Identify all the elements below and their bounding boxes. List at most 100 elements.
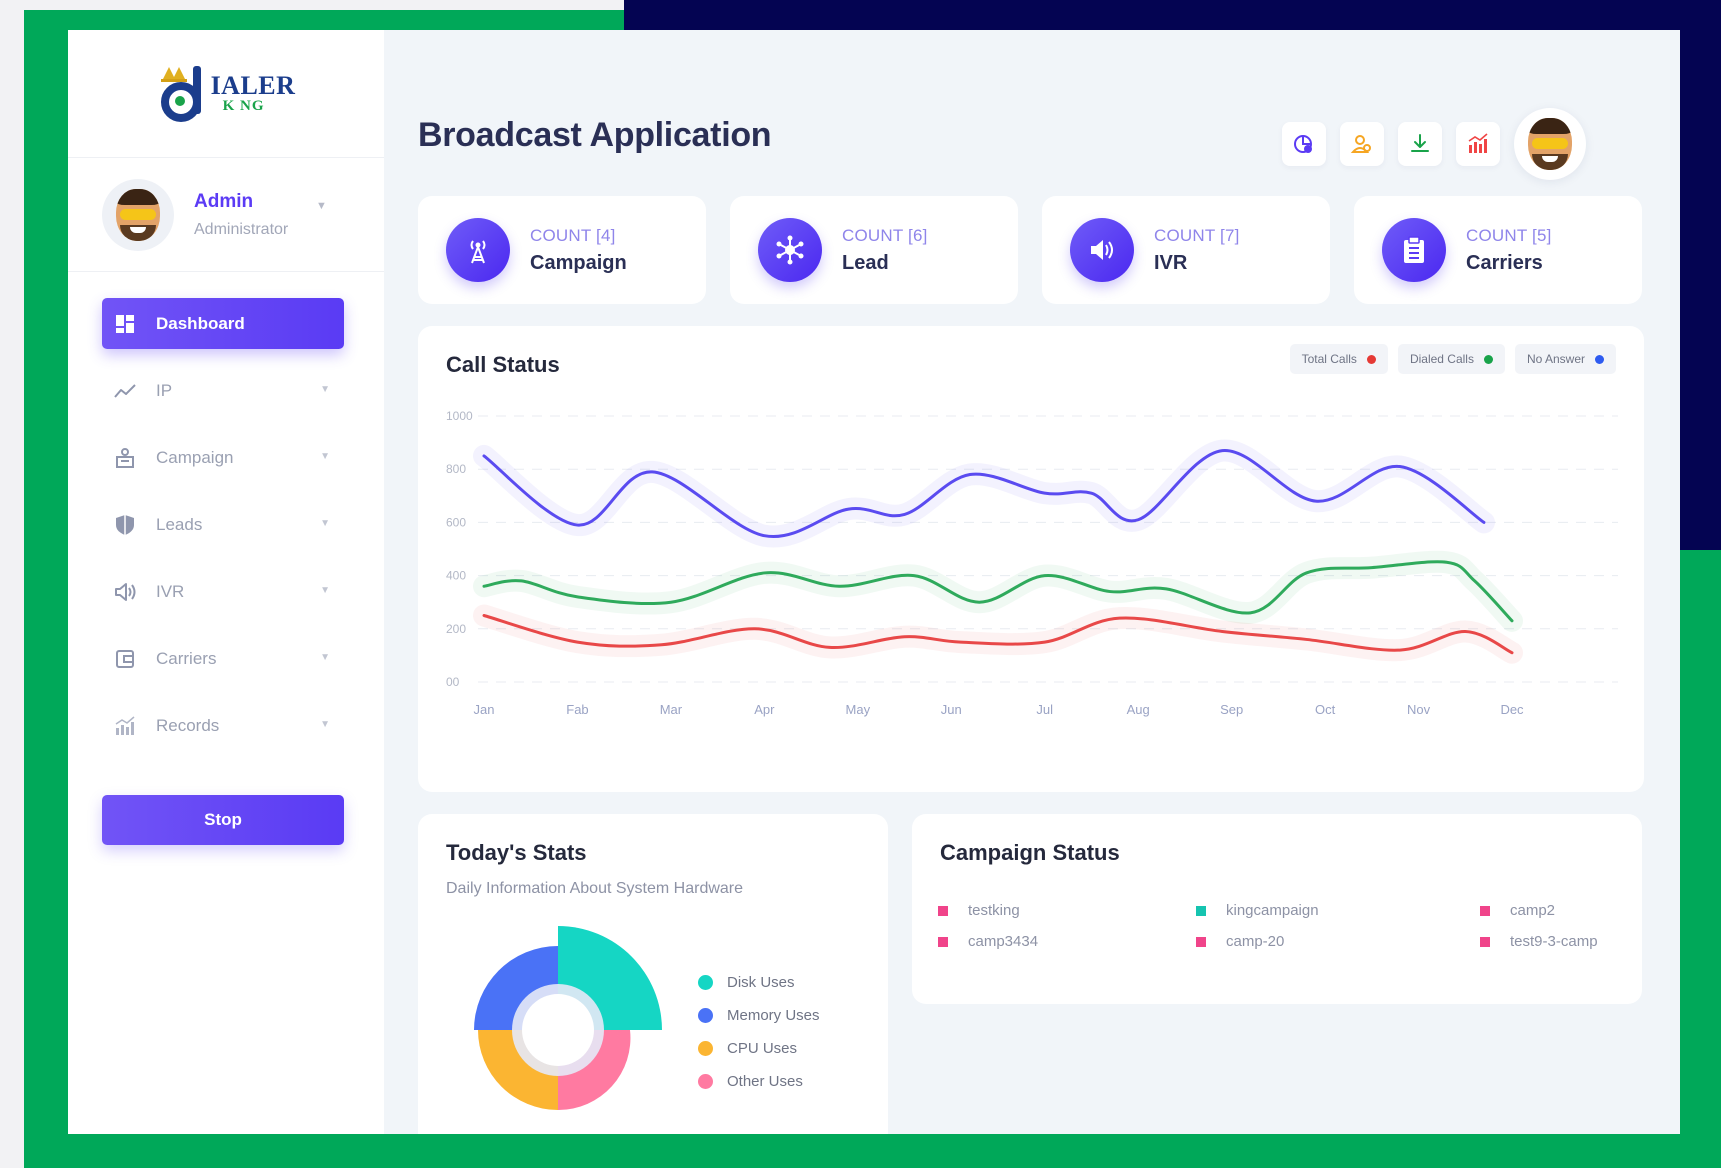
y-tick-label: 00 [446,675,460,689]
call-status-panel: 1000 800 600 400 200 00 Jan Fab Mar Apr May Jun Jul A… [418,326,1644,792]
sidebar-item-label: Leads [156,514,203,534]
legend-label: Total Calls [1301,352,1357,366]
campaign-item[interactable]: testking [938,902,1196,919]
campaign-name: test9-3-camp [1510,933,1598,950]
pie-chart-button[interactable] [1282,122,1326,166]
dashboard-icon [114,313,136,335]
hardware-usage-donut [474,926,662,1111]
card-carriers[interactable]: COUNT [5] Carriers [1354,196,1642,304]
card-count: COUNT [4] [530,225,616,245]
download-button[interactable] [1398,122,1442,166]
pie-chart-icon [1294,135,1312,153]
network-icon [758,218,822,282]
legend-label: Disk Uses [727,974,795,991]
call-status-title: Call Status [446,352,560,377]
chevron-down-icon: ▼ [320,719,330,730]
sidebar-item-ip[interactable]: IP ▼ [102,365,344,416]
todays-stats-panel: Today's Stats Daily Information About Sy… [418,814,888,1134]
campaign-item[interactable]: camp3434 [938,933,1196,950]
sidebar-item-label: Carriers [156,648,217,668]
card-label: IVR [1154,251,1188,274]
legend-dot [1595,354,1604,364]
card-label: Carriers [1466,251,1543,274]
bar-chart-icon [114,715,136,737]
campaign-status-panel: Campaign Status testking kingcampaign ca… [912,814,1642,1004]
legend-dot [698,1008,713,1023]
todays-stats-title: Today's Stats [446,840,587,865]
status-square [1196,936,1206,947]
sidebar-item-campaign[interactable]: Campaign ▼ [102,432,344,483]
status-square [938,905,948,916]
analytics-button[interactable] [1456,122,1500,166]
campaign-name: camp-20 [1226,933,1285,950]
sidebar-item-label: IVR [156,581,185,601]
sidebar-item-ivr[interactable]: IVR ▼ [102,566,344,617]
stop-button[interactable]: Stop [102,795,344,845]
page-title: Broadcast Application [418,116,772,154]
card-lead[interactable]: COUNT [6] Lead [730,196,1018,304]
legend-total-calls[interactable]: Total Calls [1289,344,1388,374]
sidebar-item-dashboard[interactable]: Dashboard [102,298,344,349]
sidebar-item-records[interactable]: Records ▼ [102,700,344,751]
legend-dialed-calls[interactable]: Dialed Calls [1397,344,1505,374]
user-profile[interactable]: Admin Administrator ▼ [68,158,384,272]
todays-stats-subtitle: Daily Information About System Hardware [446,880,744,897]
logo-word-king: K NG [222,98,265,114]
x-tick-label: Mar [660,702,683,717]
logo-word-dialer: IALER [210,71,296,100]
x-tick-label: Apr [754,702,775,717]
campaign-icon [114,447,136,469]
speaker-icon [114,581,136,603]
status-square [1196,905,1206,916]
legend-label: Other Uses [727,1073,803,1090]
campaign-item[interactable]: camp-20 [1196,933,1480,950]
sidebar-item-label: Campaign [156,447,234,467]
campaign-item[interactable]: camp2 [1480,902,1628,919]
stats-legend: Disk Uses Memory Uses CPU Uses Other Use… [698,966,820,1098]
tower-icon [446,218,510,282]
header-avatar[interactable] [1514,108,1586,180]
card-label: Lead [842,251,889,274]
card-ivr[interactable]: COUNT [7] IVR [1042,196,1330,304]
sidebar-item-carriers[interactable]: Carriers ▼ [102,633,344,684]
profile-name: Admin [194,190,254,212]
shield-icon [114,514,136,536]
x-tick-label: Jan [474,702,495,717]
x-tick-label: Nov [1407,702,1431,717]
logo[interactable]: IALER K NG [68,30,384,158]
y-tick-label: 400 [446,569,466,583]
avatar [102,178,174,251]
legend-cpu-uses: CPU Uses [698,1032,820,1065]
app-window: IALER K NG Admin Administrator ▼ Dashboa… [68,30,1680,1134]
campaign-item[interactable]: kingcampaign [1196,902,1480,919]
legend-label: Dialed Calls [1409,352,1474,366]
x-tick-label: Aug [1127,702,1150,717]
users-button[interactable] [1340,122,1384,166]
series-glow [473,550,1523,632]
y-tick-label: 600 [446,515,466,529]
card-campaign[interactable]: COUNT [4] Campaign [418,196,706,304]
chevron-down-icon[interactable]: ▼ [316,200,327,212]
chart-legend: Total Calls Dialed Calls No Answer [1289,344,1616,374]
trend-icon [114,380,136,402]
chevron-down-icon: ▼ [320,585,330,596]
x-tick-label: Jun [941,702,962,717]
legend-label: No Answer [1526,352,1585,366]
y-tick-label: 200 [446,622,466,636]
chevron-down-icon: ▼ [320,652,330,663]
download-icon [1411,134,1429,152]
campaign-item[interactable]: test9-3-camp [1480,933,1628,950]
avatar-face-icon [1528,118,1572,170]
x-tick-label: May [846,702,871,717]
legend-no-answer[interactable]: No Answer [1514,344,1616,374]
logo-mark: IALER K NG [157,64,296,124]
x-tick-label: Dec [1500,702,1524,717]
logo-d-icon [157,64,209,124]
status-square [938,936,948,947]
card-count: COUNT [6] [842,225,928,245]
legend-label: CPU Uses [727,1040,798,1057]
clipboard-icon [1382,218,1446,282]
legend-memory-uses: Memory Uses [698,999,820,1032]
sidebar-item-leads[interactable]: Leads ▼ [102,499,344,550]
x-tick-label: Fab [566,702,588,717]
